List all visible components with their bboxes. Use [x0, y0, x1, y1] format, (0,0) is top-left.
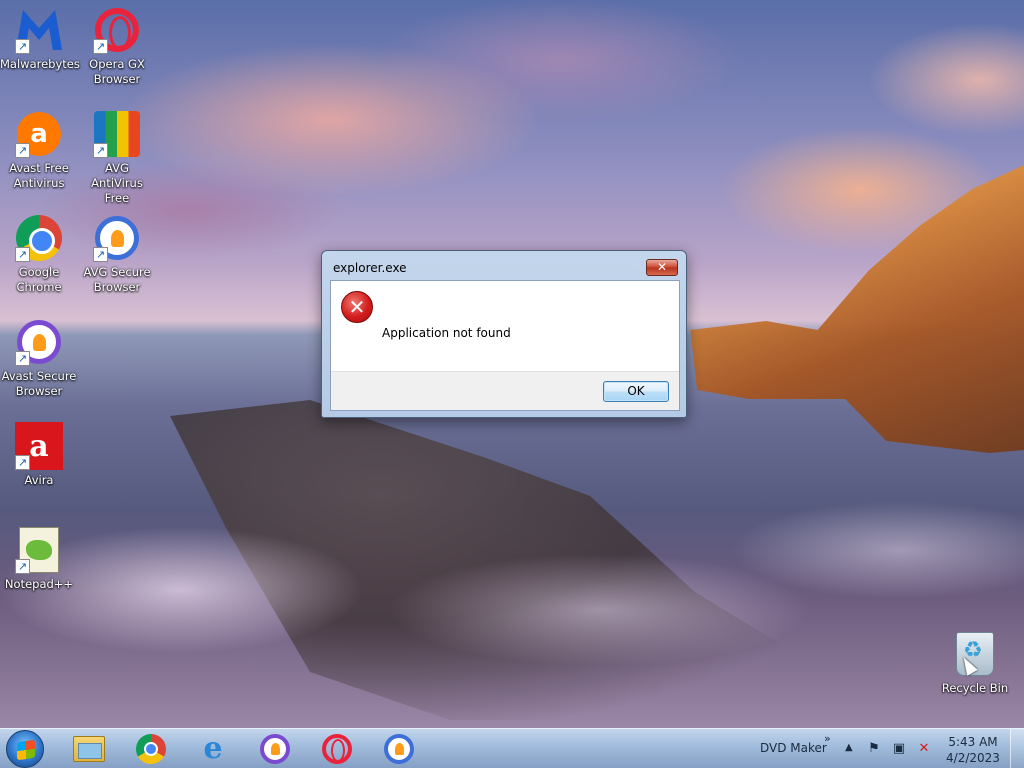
shortcut-arrow-icon: ↗: [15, 247, 30, 262]
taskbar-item-avast-secure-browser[interactable]: [248, 731, 302, 767]
avast-secure-browser-icon: [260, 734, 290, 764]
desktop-icon-label: Malwarebytes: [0, 57, 80, 71]
dialog-close-button[interactable]: ✕: [646, 259, 678, 276]
taskbar-item-windows-explorer[interactable]: [62, 731, 116, 767]
shortcut-arrow-icon: ↗: [93, 247, 108, 262]
desktop-icon-label: Avast Free Antivirus: [9, 161, 69, 190]
opera-gx-icon: [322, 734, 352, 764]
chrome-icon: ↗: [15, 214, 63, 262]
desktop-icon-notepad-plus-plus[interactable]: ↗ Notepad++: [0, 526, 78, 592]
shortcut-arrow-icon: ↗: [15, 351, 30, 366]
notepad-plus-plus-icon: ↗: [15, 526, 63, 574]
desktop-icon-label: Recycle Bin: [941, 681, 1009, 695]
toolbar-dvd-maker[interactable]: DVD Maker: [760, 741, 827, 755]
show-hidden-icons-arrow[interactable]: ▲: [845, 742, 853, 753]
avast-icon: a ↗: [15, 110, 63, 158]
desktop-icon-opera-gx[interactable]: ↗ Opera GX Browser: [78, 6, 156, 87]
start-button[interactable]: [6, 730, 44, 768]
desktop-icon-label: Notepad++: [4, 577, 74, 591]
dialog-body: ✕ Application not found OK: [330, 280, 680, 411]
clock-date: 4/2/2023: [946, 751, 1000, 765]
desktop-icon-label: Avast Secure Browser: [1, 369, 77, 398]
desktop-icon-avast-free-antivirus[interactable]: a ↗ Avast Free Antivirus: [0, 110, 78, 191]
shortcut-arrow-icon: ↗: [15, 559, 30, 574]
shortcut-arrow-icon: ↗: [15, 455, 30, 470]
desktop-icon-label: AVG AntiVirus Free: [91, 161, 143, 205]
desktop-icon-label: Google Chrome: [16, 265, 62, 294]
dialog-title: explorer.exe: [333, 261, 407, 275]
shortcut-arrow-icon: ↗: [93, 143, 108, 158]
taskbar-item-google-chrome[interactable]: [124, 731, 178, 767]
ok-button[interactable]: OK: [603, 381, 669, 402]
shortcut-arrow-icon: ↗: [15, 143, 30, 158]
folder-icon: [73, 736, 105, 762]
opera-gx-icon: ↗: [93, 6, 141, 54]
network-icon[interactable]: ▣: [891, 741, 907, 757]
desktop-icon-label: Opera GX Browser: [89, 57, 145, 86]
desktop-icon-recycle-bin[interactable]: Recycle Bin: [936, 630, 1014, 696]
dialog-footer: OK: [331, 371, 679, 410]
avast-secure-browser-icon: ↗: [15, 318, 63, 366]
desktop-icon-avg-secure-browser[interactable]: ↗ AVG Secure Browser: [78, 214, 156, 295]
show-desktop-button[interactable]: [1010, 729, 1024, 768]
shortcut-arrow-icon: ↗: [15, 39, 30, 54]
taskbar-item-opera-gx[interactable]: [310, 731, 364, 767]
desktop-icon-label: Avira: [24, 473, 54, 487]
shortcut-arrow-icon: ↗: [93, 39, 108, 54]
error-icon: ✕: [341, 291, 373, 323]
windows-logo-icon: [17, 739, 35, 761]
malwarebytes-icon: ↗: [15, 6, 63, 54]
avg-icon: ↗: [93, 110, 141, 158]
desktop-icon-avast-secure-browser[interactable]: ↗ Avast Secure Browser: [0, 318, 78, 399]
desktop-icon-label: AVG Secure Browser: [83, 265, 151, 294]
avira-icon: a ↗: [15, 422, 63, 470]
wallpaper-cliff: [690, 165, 1024, 453]
taskbar: e DVD Maker » ▲ ⚑ ▣ ✕ 5:43 AM 4/2/2023: [0, 728, 1024, 768]
internet-explorer-icon: e: [203, 731, 223, 766]
system-clock[interactable]: 5:43 AM 4/2/2023: [945, 734, 1001, 766]
desktop-icon-malwarebytes[interactable]: ↗ Malwarebytes: [0, 6, 80, 72]
dialog-message: Application not found: [382, 326, 511, 340]
error-dialog[interactable]: explorer.exe ✕ ✕ Application not found O…: [321, 250, 687, 418]
desktop-icon-google-chrome[interactable]: ↗ Google Chrome: [0, 214, 78, 295]
clock-time: 5:43 AM: [948, 735, 998, 749]
wallpaper-waves: [0, 470, 1024, 728]
taskbar-item-avg-secure-browser[interactable]: [372, 731, 426, 767]
desktop-icon-avg-antivirus-free[interactable]: ↗ AVG AntiVirus Free: [78, 110, 156, 206]
chrome-icon: [136, 734, 166, 764]
volume-muted-icon[interactable]: ✕: [916, 741, 932, 757]
avg-secure-browser-icon: [384, 734, 414, 764]
desktop-icon-avira[interactable]: a ↗ Avira: [0, 422, 78, 488]
dialog-content: ✕ Application not found: [331, 281, 679, 371]
avg-secure-browser-icon: ↗: [93, 214, 141, 262]
toolbar-chevron-icon[interactable]: »: [824, 732, 831, 745]
action-center-flag-icon[interactable]: ⚑: [866, 741, 882, 757]
taskbar-item-internet-explorer[interactable]: e: [186, 731, 240, 767]
